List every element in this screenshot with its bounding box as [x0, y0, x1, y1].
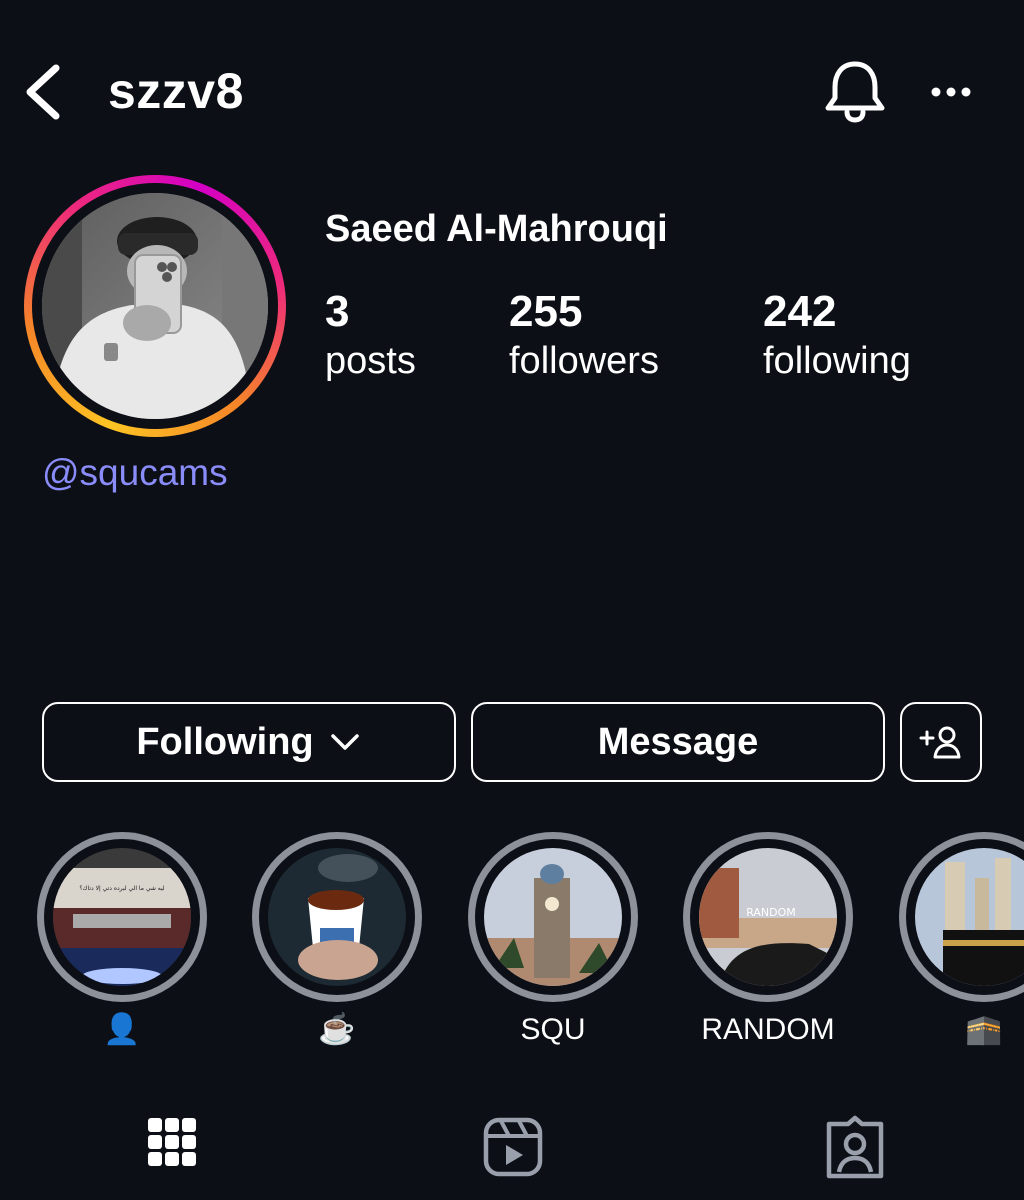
- message-button-label: Message: [597, 720, 759, 763]
- stat-label: posts: [325, 340, 416, 382]
- stat-value: 242: [763, 287, 837, 336]
- more-horizontal-icon: [931, 87, 971, 97]
- highlight-label: 👤: [103, 1013, 141, 1046]
- chevron-left-icon: [26, 64, 60, 120]
- avatar-photo: [42, 193, 268, 419]
- highlight-1[interactable]: ليه شي ما الي لبرده دتي إلا دتاك؟: [37, 832, 207, 1002]
- svg-text:RANDOM: RANDOM: [746, 906, 796, 919]
- tab-reels[interactable]: [473, 1112, 553, 1182]
- highlight-label: RANDOM: [701, 1013, 835, 1046]
- svg-text:ليه شي ما الي لبرده دتي إلا دت: ليه شي ما الي لبرده دتي إلا دتاك؟: [79, 885, 164, 892]
- tab-grid[interactable]: [132, 1112, 212, 1182]
- posts-count[interactable]: 3 posts: [325, 288, 416, 386]
- tab-tagged[interactable]: [815, 1112, 895, 1182]
- add-user-button[interactable]: [900, 702, 982, 782]
- highlight-2[interactable]: [252, 832, 422, 1002]
- highlight-label: 🕋: [965, 1013, 1003, 1046]
- following-button-label: Following: [136, 720, 314, 763]
- followers-count[interactable]: 255 followers: [509, 288, 659, 386]
- highlight-4[interactable]: RANDOM: [683, 832, 853, 1002]
- profile-avatar[interactable]: [24, 175, 286, 437]
- back-button[interactable]: [18, 56, 78, 126]
- notifications-button[interactable]: [822, 56, 888, 126]
- grid-icon: [148, 1118, 196, 1166]
- stat-value: 3: [325, 287, 350, 336]
- reels-icon: [483, 1117, 543, 1177]
- tagged-icon: [826, 1115, 884, 1179]
- highlight-5[interactable]: [899, 832, 1024, 1002]
- following-button[interactable]: Following: [42, 702, 456, 782]
- highlight-cover: ليه شي ما الي لبرده دتي إلا دتاك؟: [53, 848, 191, 986]
- stat-label: following: [763, 340, 911, 382]
- more-options-button[interactable]: [920, 70, 982, 114]
- following-count[interactable]: 242 following: [763, 288, 911, 386]
- bell-icon: [825, 61, 885, 123]
- stat-value: 255: [509, 287, 583, 336]
- linked-handle[interactable]: @squcams: [42, 452, 228, 494]
- highlight-cover: [268, 848, 406, 986]
- highlight-label: SQU: [520, 1013, 586, 1046]
- profile-username: szzv8: [108, 63, 244, 119]
- add-user-icon: [919, 726, 961, 759]
- highlight-3[interactable]: [468, 832, 638, 1002]
- chevron-down-icon: [330, 734, 359, 750]
- stat-label: followers: [509, 340, 659, 382]
- highlight-cover: RANDOM: [699, 848, 837, 986]
- highlight-label: ☕️: [318, 1013, 356, 1046]
- message-button[interactable]: Message: [471, 702, 885, 782]
- highlight-cover: [484, 848, 622, 986]
- display-name: Saeed Al-Mahrouqi: [325, 208, 668, 250]
